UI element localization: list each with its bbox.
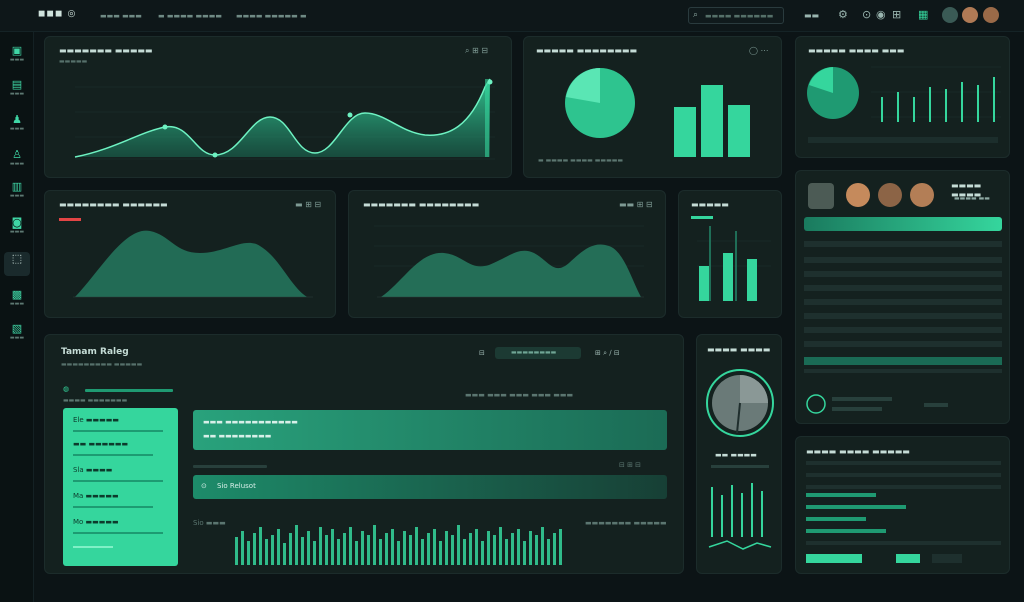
profile-panel: ▬▬▬▬ ▬▬▬▬ ▬▬▬▬ ▬▬ (795, 170, 1010, 424)
sidebar-item-active[interactable]: ⬚ (4, 252, 30, 276)
notification-icon[interactable]: ◉ (876, 8, 886, 21)
legend: ▬ ▬▬▬▬ ▬▬▬▬ ▬▬▬▬▬ (538, 157, 624, 164)
pie-bars-panel: ▬▬▬▬▬ ▬▬▬▬▬▬▬▬ ◯ ⋯ ▬ ▬▬▬▬ ▬▬▬▬ ▬▬▬▬▬ (523, 36, 782, 178)
mini-pie-chart (807, 66, 1001, 143)
person-icon: ♟ (12, 113, 22, 126)
avatar[interactable] (962, 7, 978, 23)
avatar[interactable] (983, 7, 999, 23)
settings-icon[interactable]: ⚙ (838, 8, 848, 21)
waveform (235, 525, 562, 565)
sidebar-item-5[interactable]: ▥ ▬▬▬ (4, 180, 30, 204)
grid-icon[interactable]: ⊞ (892, 8, 901, 21)
hills-left-chart (59, 218, 313, 298)
small-bars-panel: ▬▬▬▬▬ (678, 190, 782, 318)
nav-tab-3[interactable]: ▬▬▬▬ ▬▬▬▬▬ ▬ (236, 12, 307, 20)
nav-tab-1[interactable]: ▬▬▬ ▬▬▬ (100, 12, 142, 20)
table-panel: ▬▬▬▬ ▬▬▬▬ ▬▬▬▬▬ (795, 436, 1010, 574)
hills-mid-chart (374, 225, 644, 298)
gauge-caption: ▬▬ ▬▬▬▬ (715, 451, 757, 459)
sidebar-item-1[interactable]: ▣ ▬▬▬ (4, 44, 30, 68)
sidebar-item-7[interactable]: ▩ ▬▬▬ (4, 288, 30, 312)
file-icon: ▣ (11, 44, 23, 57)
area-chart (74, 78, 495, 160)
table-rows (806, 461, 1001, 563)
search-input[interactable]: ⌕ ▬▬▬▬ ▬▬▬▬▬▬ (688, 7, 784, 24)
image-icon: ◙ (11, 216, 23, 229)
nav-tab-2[interactable]: ▬ ▬▬▬▬ ▬▬▬▬ (158, 12, 222, 20)
top-bar: ◼◼◼ ◎ ▬▬▬ ▬▬▬ ▬ ▬▬▬▬ ▬▬▬▬ ▬▬▬▬ ▬▬▬▬▬ ▬ ⌕… (0, 0, 1024, 32)
app-logo[interactable]: ◼◼◼ ◎ (38, 9, 76, 19)
gauge-panel: ▬▬▬▬ ▬▬▬▬ ▬▬ ▬▬▬▬ (696, 334, 782, 574)
workspace-panel: Tamam Raleg ▬▬▬▬▬▬▬▬▬ ▬▬▬▬▬ ⊟ ▬▬▬▬▬▬▬▬ ⊞… (44, 334, 684, 574)
small-bar-chart (691, 216, 771, 301)
sidebar-item-8[interactable]: ▧ ▬▬▬ (4, 322, 30, 346)
sidebar-item-6[interactable]: ◙ ▬▬▬ (4, 216, 30, 240)
bell-icon[interactable]: ⊙ (862, 8, 871, 21)
box-icon: ⬚ (11, 252, 23, 265)
chart-icon: ▩ (11, 288, 23, 301)
sidebar: ▦ ▣▬▬▬ ▤▬▬▬ ♟▬▬▬ ♙▬▬▬ ▥▬▬▬ ◙▬▬▬ ⬚ ▩▬▬▬ ▧… (0, 0, 34, 602)
menu-icon[interactable]: ▬▬ (804, 11, 819, 20)
profile-rows (804, 241, 1002, 414)
sidebar-item-4[interactable]: ♙ ▬▬▬ (4, 148, 30, 172)
hills-mid-panel: ▬▬▬▬▬▬▬ ▬▬▬▬▬▬▬▬ ▬▬ ⊞ ⊟ (348, 190, 666, 318)
hills-left-panel: ▬▬▬▬▬▬▬▬ ▬▬▬▬▬▬ ▬ ⊞ ⊟ (44, 190, 336, 318)
sidebar-item-2[interactable]: ▤ ▬▬▬ (4, 78, 30, 102)
user-icon: ▤ (11, 78, 23, 91)
area-chart-panel: ▬▬▬▬▬▬▬ ▬▬▬▬▬ ▬▬▬▬▬ ⌕ ⊞ ⊟ (44, 36, 512, 178)
box-icon: ▥ (11, 180, 23, 193)
search-icon: ⌕ (693, 10, 699, 20)
layers-icon: ▧ (11, 322, 23, 335)
mini-pie-panel: ▬▬▬▬▬ ▬▬▬▬ ▬▬▬ (795, 36, 1010, 158)
person-icon: ♙ (12, 148, 22, 161)
apps-icon[interactable]: ▦ (918, 8, 928, 21)
avatar[interactable] (942, 7, 958, 23)
sidebar-item-3[interactable]: ♟ ▬▬▬ (4, 113, 30, 137)
